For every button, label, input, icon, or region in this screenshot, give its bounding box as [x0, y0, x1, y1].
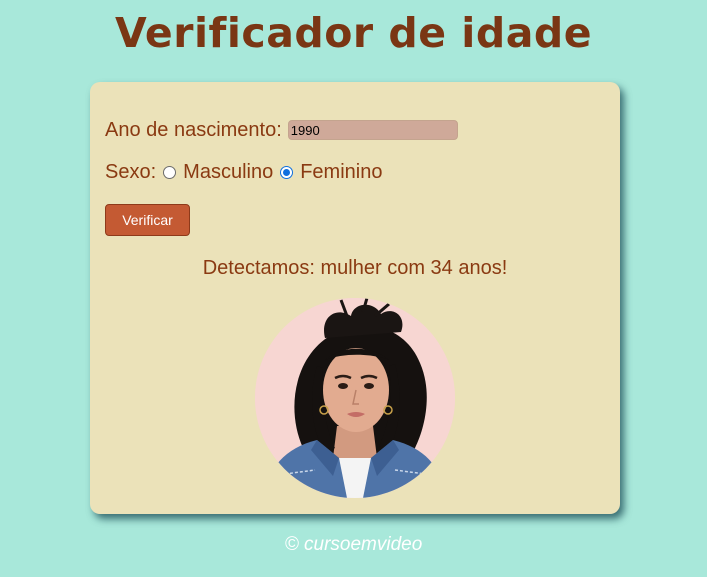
- form-card: Ano de nascimento: Sexo: Masculino Femin…: [90, 82, 620, 514]
- birth-year-input[interactable]: [287, 120, 458, 140]
- radio-feminino[interactable]: [280, 165, 294, 179]
- radio-masculino-label[interactable]: Masculino: [183, 161, 273, 184]
- sex-label: Sexo:: [105, 160, 157, 183]
- verify-button[interactable]: Verificar: [105, 204, 190, 236]
- sex-row: Sexo: Masculino Feminino: [105, 160, 382, 184]
- portrait-illustration: [255, 298, 455, 498]
- page-title: Verificador de idade: [114, 9, 593, 57]
- birth-year-label: Ano de nascimento:: [105, 118, 282, 141]
- result-text: Detectamos: mulher com 34 anos!: [202, 257, 508, 279]
- woman-portrait-photo: [255, 298, 455, 498]
- footer-credit: © cursoemvideo: [284, 534, 423, 555]
- birth-year-row: Ano de nascimento:: [105, 118, 458, 142]
- radio-option-feminino[interactable]: Feminino: [273, 161, 382, 184]
- radio-feminino-label[interactable]: Feminino: [300, 161, 382, 184]
- radio-masculino[interactable]: [163, 165, 177, 179]
- radio-option-masculino[interactable]: Masculino: [156, 161, 273, 184]
